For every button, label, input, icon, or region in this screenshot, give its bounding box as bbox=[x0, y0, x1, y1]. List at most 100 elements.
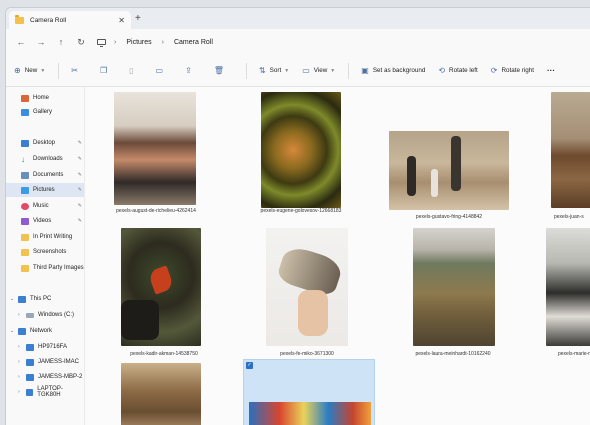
file-name: pexels-marie-m bbox=[558, 351, 590, 357]
view-button[interactable]: ▭ View ▼ bbox=[302, 66, 335, 75]
photo-thumbnail bbox=[121, 363, 201, 425]
tab-camera-roll[interactable]: Camera Roll ✕ bbox=[9, 11, 131, 29]
chevron-right-icon: › bbox=[18, 312, 20, 318]
share-button[interactable]: ⇪ bbox=[185, 66, 196, 75]
file-tile[interactable] bbox=[551, 92, 590, 208]
network-computer-icon bbox=[26, 343, 34, 351]
breadcrumb-pictures[interactable]: Pictures bbox=[126, 39, 151, 46]
rename-button[interactable]: ▭ bbox=[156, 66, 168, 75]
sidebar-item-hp9716fa[interactable]: › HP9716FA bbox=[6, 340, 84, 354]
breadcrumb-camera-roll[interactable]: Camera Roll bbox=[174, 39, 213, 46]
back-button[interactable]: ← bbox=[11, 37, 31, 47]
cut-button[interactable]: ✂ bbox=[71, 66, 82, 75]
file-tile[interactable] bbox=[413, 228, 495, 346]
selected-file-tile[interactable]: ✓ bbox=[243, 359, 375, 425]
file-name: pexels-gustavo-fring-4148842 bbox=[415, 214, 483, 220]
sidebar-item-home[interactable]: Home bbox=[6, 91, 84, 105]
trash-icon: 🗑 bbox=[213, 66, 224, 75]
selection-checkbox[interactable]: ✓ bbox=[246, 362, 253, 369]
rotate-left-button[interactable]: ⟲ Rotate left bbox=[438, 66, 477, 75]
sidebar-item-in-print-writing[interactable]: In Print Writing bbox=[6, 230, 84, 244]
sidebar-item-label: Videos bbox=[33, 218, 52, 224]
computer-icon bbox=[97, 39, 106, 47]
sidebar-item-label: Screenshots bbox=[33, 249, 67, 255]
folder-icon bbox=[15, 14, 24, 24]
drive-icon bbox=[26, 312, 34, 318]
toolbar-divider bbox=[245, 62, 247, 79]
rename-icon: ▭ bbox=[155, 66, 164, 75]
sidebar-item-laptop-tgk80h[interactable]: › LAPTOP-TGK80H bbox=[6, 385, 84, 399]
paste-button[interactable]: ▯ bbox=[129, 66, 137, 75]
file-tile[interactable] bbox=[546, 228, 590, 346]
view-label: View bbox=[313, 67, 328, 74]
sidebar-item-label: In Print Writing bbox=[33, 234, 73, 240]
refresh-button[interactable]: ↻ bbox=[71, 37, 91, 48]
file-name: pexels-fe-miko-3671300 bbox=[280, 351, 334, 357]
file-name: pexels-kadir-akman-14538750 bbox=[130, 351, 198, 357]
hand-shape bbox=[121, 300, 159, 340]
delete-button[interactable]: 🗑 bbox=[214, 66, 228, 75]
up-button[interactable]: ↑ bbox=[51, 37, 71, 47]
network-icon bbox=[18, 327, 26, 335]
network-computer-icon bbox=[26, 358, 34, 366]
breadcrumb-separator: › bbox=[114, 38, 117, 46]
sidebar-item-windows-c[interactable]: › Windows (C:) bbox=[6, 308, 84, 322]
sidebar-item-jamess-imac[interactable]: › JAMESS-IMAC bbox=[6, 355, 84, 369]
sidebar-item-jamess-mbp-2[interactable]: › JAMESS-MBP-2 bbox=[6, 370, 84, 384]
sidebar-item-downloads[interactable]: ↓ Downloads ✎ bbox=[6, 152, 84, 166]
chevron-down-icon: ▼ bbox=[284, 67, 290, 74]
sidebar-item-label: Gallery bbox=[33, 109, 53, 115]
rotate-right-icon: ⟳ bbox=[490, 66, 498, 75]
toolbar-divider bbox=[58, 62, 60, 79]
sidebar-item-third-party-images[interactable]: Third Party Images bbox=[6, 261, 84, 275]
forward-button[interactable]: → bbox=[31, 37, 51, 47]
sidebar-item-this-pc[interactable]: ⌄ This PC bbox=[6, 292, 84, 306]
ellipsis-icon: ··· bbox=[547, 66, 555, 75]
new-button[interactable]: ⊕ New ▼ bbox=[14, 66, 45, 75]
file-tile[interactable] bbox=[389, 131, 509, 210]
file-grid: pexels-august-de-richelieu-4262414 pexel… bbox=[86, 87, 590, 425]
share-icon: ⇪ bbox=[185, 66, 192, 75]
file-tile[interactable] bbox=[121, 228, 201, 346]
sidebar-item-screenshots[interactable]: Screenshots bbox=[6, 245, 84, 259]
copy-button[interactable]: ❐ bbox=[100, 66, 111, 75]
sidebar-item-desktop[interactable]: Desktop ✎ bbox=[6, 136, 84, 150]
sidebar-item-videos[interactable]: Videos ✎ bbox=[6, 214, 84, 228]
sidebar-item-network[interactable]: ⌄ Network bbox=[6, 324, 84, 338]
sidebar-item-gallery[interactable]: Gallery bbox=[6, 105, 84, 119]
download-icon: ↓ bbox=[21, 154, 25, 164]
photo-thumbnail bbox=[249, 402, 371, 425]
new-tab-button[interactable]: + bbox=[135, 13, 141, 24]
file-tile[interactable] bbox=[261, 92, 341, 208]
new-label: New bbox=[24, 67, 38, 74]
folder-icon bbox=[21, 264, 29, 272]
file-name: pexels-eugene-golovesov-12668183 bbox=[260, 208, 342, 214]
file-tile[interactable] bbox=[121, 363, 201, 425]
address-bar[interactable]: › Pictures › Camera Roll bbox=[97, 38, 223, 47]
file-name: pexels-juan-s bbox=[554, 214, 584, 220]
network-computer-icon bbox=[25, 388, 34, 396]
chevron-right-icon: › bbox=[18, 374, 20, 380]
rotate-right-button[interactable]: ⟳ Rotate right bbox=[491, 66, 534, 75]
sidebar-item-label: This PC bbox=[30, 296, 52, 302]
sidebar-item-label: Downloads bbox=[33, 156, 63, 162]
photo-thumbnail bbox=[546, 228, 590, 346]
videos-icon bbox=[21, 217, 29, 225]
pin-icon: ✎ bbox=[77, 172, 82, 178]
more-options-button[interactable]: ··· bbox=[547, 66, 555, 75]
pin-icon: ✎ bbox=[77, 187, 82, 193]
set-background-label: Set as background bbox=[372, 67, 426, 74]
tab-title: Camera Roll bbox=[30, 16, 67, 24]
sidebar-item-pictures[interactable]: Pictures ✎ bbox=[6, 183, 84, 197]
sidebar-item-documents[interactable]: Documents ✎ bbox=[6, 168, 84, 182]
file-tile[interactable] bbox=[266, 228, 348, 346]
set-as-background-button[interactable]: ▣ Set as background bbox=[361, 66, 425, 75]
close-icon[interactable]: ✕ bbox=[118, 16, 125, 25]
rotate-left-label: Rotate left bbox=[449, 67, 478, 74]
folder-icon bbox=[21, 248, 29, 256]
sidebar-item-label: HP9716FA bbox=[38, 344, 68, 350]
sidebar-item-label: Home bbox=[33, 95, 50, 101]
sidebar-item-music[interactable]: Music ✎ bbox=[6, 199, 84, 213]
file-tile[interactable] bbox=[114, 92, 196, 205]
sort-button[interactable]: ⇅ Sort ▼ bbox=[259, 66, 289, 75]
